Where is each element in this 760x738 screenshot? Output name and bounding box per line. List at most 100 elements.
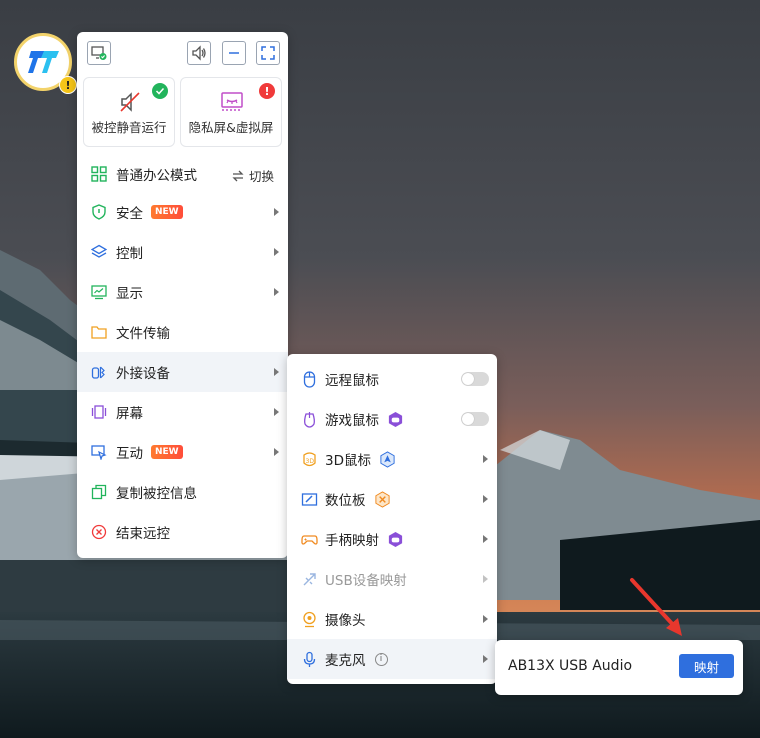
submenu-item-label: 麦克风 xyxy=(325,653,366,669)
submenu-item-camera[interactable]: 摄像头 xyxy=(287,599,497,639)
menu-item-label: 复制被控信息 xyxy=(116,486,197,502)
privacy-screen-icon xyxy=(221,92,243,111)
remote-mouse-toggle[interactable] xyxy=(461,372,489,386)
menu-item-label: 文件传输 xyxy=(116,326,170,342)
submenu-item-label: 手柄映射 xyxy=(325,533,379,549)
menu-item-label: 互动 xyxy=(116,446,143,462)
camera-icon xyxy=(301,611,318,628)
game-mouse-icon xyxy=(301,411,318,428)
menu-item-label: 屏幕 xyxy=(116,406,143,422)
submenu-item-label: 摄像头 xyxy=(325,613,366,629)
volume-button[interactable] xyxy=(187,41,211,65)
monitor-check-button[interactable] xyxy=(87,41,111,65)
card-label: 隐私屏&虚拟屏 xyxy=(188,120,274,135)
submenu-item-tablet[interactable]: 数位板 xyxy=(287,479,497,519)
menu-item-end-remote[interactable]: 结束远控 xyxy=(77,512,288,552)
minimize-icon xyxy=(229,52,239,54)
menu-item-label: 安全 xyxy=(116,206,143,222)
fullscreen-button[interactable] xyxy=(256,41,280,65)
menu-item-control[interactable]: 控制 xyxy=(77,232,288,272)
menu-item-interact[interactable]: 互动 NEW xyxy=(77,432,288,472)
menu-item-label: 显示 xyxy=(116,286,143,302)
chevron-right-icon xyxy=(483,615,488,623)
new-badge: NEW xyxy=(151,445,183,459)
copy-icon xyxy=(91,484,107,500)
grid-icon xyxy=(91,166,107,182)
submenu-item-label: 数位板 xyxy=(325,493,366,509)
map-device-button[interactable]: 映射 xyxy=(679,654,734,678)
chevron-right-icon xyxy=(274,288,279,296)
chevron-right-icon xyxy=(483,495,488,503)
screen-icon xyxy=(91,404,107,420)
external-device-submenu: 远程鼠标 游戏鼠标 3D 3D鼠标 数位板 手柄映射 USB设备映射 摄像头 麦… xyxy=(287,354,497,684)
monitor-check-icon xyxy=(91,46,107,60)
ok-badge-icon xyxy=(152,83,168,99)
alert-badge-icon: ! xyxy=(259,83,275,99)
warning-badge-icon: ! xyxy=(59,76,77,94)
menu-item-display[interactable]: 显示 xyxy=(77,272,288,312)
menu-item-file-transfer[interactable]: 文件传输 xyxy=(77,312,288,352)
speaker-icon xyxy=(192,45,206,61)
privacy-screen-card[interactable]: ! 隐私屏&虚拟屏 xyxy=(180,77,282,147)
interact-icon xyxy=(91,444,107,460)
game-mouse-toggle[interactable] xyxy=(461,412,489,426)
chevron-right-icon xyxy=(483,455,488,463)
chevron-right-icon xyxy=(274,368,279,376)
menu-item-copy-info[interactable]: 复制被控信息 xyxy=(77,472,288,512)
todesk-logo-icon xyxy=(28,51,59,73)
card-label: 被控静音运行 xyxy=(91,120,167,135)
device-name: AB13X USB Audio xyxy=(508,658,633,674)
minimize-button[interactable] xyxy=(222,41,246,65)
submenu-item-3d-mouse[interactable]: 3D 3D鼠标 xyxy=(287,439,497,479)
display-chart-icon xyxy=(91,284,107,300)
submenu-item-label: 3D鼠标 xyxy=(325,453,371,469)
chevron-right-icon xyxy=(274,408,279,416)
menu-item-external-device[interactable]: 外接设备 xyxy=(77,352,288,392)
submenu-item-usb-mapping[interactable]: USB设备映射 xyxy=(287,559,497,599)
switch-mode-link[interactable]: 切换 xyxy=(231,166,274,185)
folder-icon xyxy=(91,324,107,340)
game-pad-badge-icon xyxy=(388,411,403,427)
fullscreen-icon xyxy=(261,46,275,60)
nav-badge-icon xyxy=(380,450,395,468)
svg-text:3D: 3D xyxy=(306,458,315,465)
submenu-item-label: 远程鼠标 xyxy=(325,373,379,389)
menu-item-office-mode[interactable]: 普通办公模式 切换 xyxy=(77,154,288,194)
menu-item-screen[interactable]: 屏幕 xyxy=(77,392,288,432)
menu-item-label: 结束远控 xyxy=(116,526,170,542)
chevron-right-icon xyxy=(274,448,279,456)
switch-arrows-icon xyxy=(232,170,244,181)
microphone-icon xyxy=(301,651,318,668)
submenu-item-gamepad[interactable]: 手柄映射 xyxy=(287,519,497,559)
submenu-item-label: 游戏鼠标 xyxy=(325,413,379,429)
submenu-item-game-mouse[interactable]: 游戏鼠标 xyxy=(287,399,497,439)
gamepad-icon xyxy=(301,531,318,548)
submenu-item-remote-mouse[interactable]: 远程鼠标 xyxy=(287,359,497,399)
info-icon[interactable]: i xyxy=(374,652,388,666)
chevron-right-icon xyxy=(483,655,488,663)
close-circle-icon xyxy=(91,524,107,540)
usb-icon xyxy=(301,571,318,588)
submenu-item-microphone[interactable]: 麦克风 i xyxy=(287,639,497,679)
chevron-right-icon xyxy=(483,535,488,543)
submenu-item-label: USB设备映射 xyxy=(325,573,407,589)
microphone-device-popup: AB13X USB Audio 映射 xyxy=(495,640,743,695)
main-menu: 被控静音运行 ! 隐私屏&虚拟屏 普通办公模式 切换 安全 NEW 控制 显示 … xyxy=(77,32,288,558)
tablet-icon xyxy=(301,491,318,508)
chevron-right-icon xyxy=(274,248,279,256)
layers-icon xyxy=(91,244,107,260)
menu-item-label: 外接设备 xyxy=(116,366,170,382)
mouse-icon xyxy=(301,370,318,388)
menu-item-label: 普通办公模式 xyxy=(116,168,197,184)
menu-item-label: 控制 xyxy=(116,246,143,262)
3d-mouse-icon: 3D xyxy=(301,451,318,468)
gamepad-badge-icon xyxy=(388,531,403,547)
menu-item-security[interactable]: 安全 NEW xyxy=(77,192,288,232)
new-badge: NEW xyxy=(151,205,183,219)
chevron-right-icon xyxy=(483,575,488,583)
mute-run-card[interactable]: 被控静音运行 xyxy=(83,77,175,147)
shield-icon xyxy=(91,204,107,220)
mute-speaker-icon xyxy=(120,92,140,112)
pen-badge-icon xyxy=(374,490,390,508)
chevron-right-icon xyxy=(274,208,279,216)
